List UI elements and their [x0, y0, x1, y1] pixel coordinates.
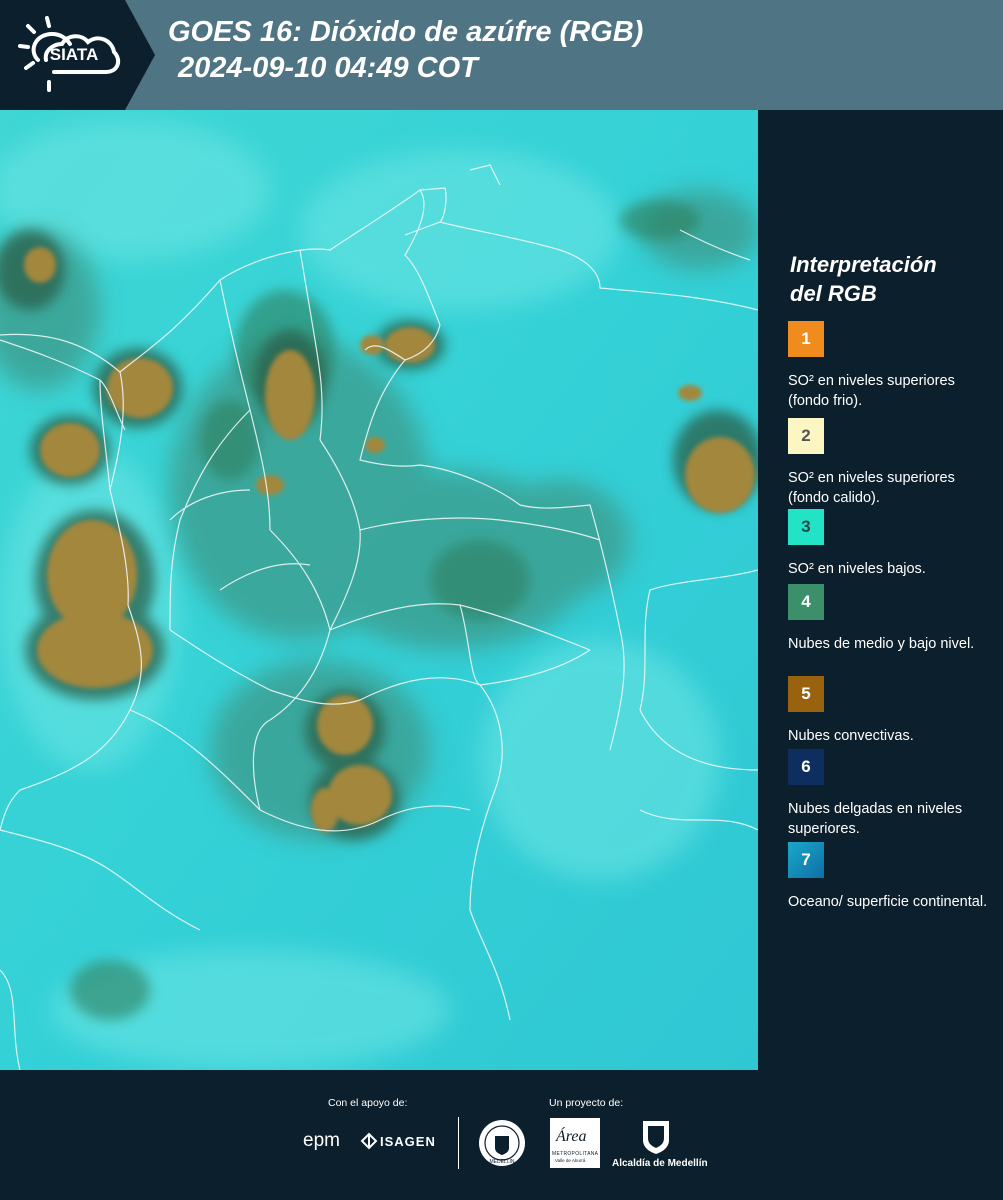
legend-swatch: 2	[788, 418, 824, 454]
legend-item-label: SO² en niveles bajos.	[788, 561, 926, 577]
legend-item-label: SO² en niveles superiores (fondo frio).	[788, 373, 955, 409]
alcaldia-shield-icon	[643, 1121, 669, 1154]
legend-title-line-2: del RGB	[790, 281, 877, 306]
title-line-1: GOES 16: Dióxido de azúfre (RGB)	[168, 16, 644, 48]
legend-item: 7 Oceano/ superficie continental.	[788, 842, 998, 912]
support-label: Con el apoyo de:	[328, 1097, 408, 1109]
legend-swatch: 5	[788, 676, 824, 712]
legend-item: 6 Nubes delgadas en niveles superiores.	[788, 749, 998, 839]
title-line-2: 2024-09-10 04:49 COT	[178, 52, 478, 84]
project-label: Un proyecto de:	[549, 1097, 624, 1109]
area-logo-name: Área	[556, 1128, 587, 1145]
legend-swatch: 7	[788, 842, 824, 878]
legend-title-line-1: Interpretación	[790, 252, 937, 277]
legend-swatch: 1	[788, 321, 824, 357]
isagen-logo-mark	[360, 1132, 378, 1150]
logo-text: SIATA	[50, 45, 98, 64]
map-canvas	[0, 110, 758, 1070]
area-logo-sub2: Valle de Aburrá	[555, 1158, 586, 1163]
legend-item-label: Nubes convectivas.	[788, 728, 914, 744]
legend-panel: Interpretación del RGB 1 SO² en niveles …	[758, 110, 1003, 1070]
siata-logo: SIATA	[18, 16, 121, 92]
isagen-logo: ISAGEN	[380, 1134, 436, 1149]
legend-swatch: 3	[788, 509, 824, 545]
legend-item-label: SO² en niveles superiores (fondo calido)…	[788, 470, 955, 506]
legend-item-label: Nubes delgadas en niveles superiores.	[788, 801, 963, 837]
epm-logo: epm	[303, 1130, 340, 1151]
legend-item: 2 SO² en niveles superiores (fondo calid…	[788, 418, 998, 508]
legend-item: 3 SO² en niveles bajos.	[788, 509, 998, 579]
legend-item-label: Nubes de medio y bajo nivel.	[788, 636, 975, 652]
seal-text: MEDELLÍN	[489, 1158, 514, 1165]
page-title: GOES 16: Dióxido de azúfre (RGB) 2024-09…	[168, 14, 643, 86]
medellin-seal: MEDELLÍN	[479, 1120, 525, 1166]
footer: Con el apoyo de: Un proyecto de: epm ISA…	[0, 1070, 1003, 1200]
legend-item-label: Oceano/ superficie continental.	[788, 894, 988, 910]
area-logo-sub: METROPOLITANA	[552, 1151, 599, 1157]
legend-swatch: 4	[788, 584, 824, 620]
satellite-map[interactable]	[0, 110, 758, 1070]
area-metropolitana-logo: Área METROPOLITANA Valle de Aburrá	[550, 1118, 600, 1168]
legend-item: 1 SO² en niveles superiores (fondo frio)…	[788, 321, 998, 411]
legend-item: 5 Nubes convectivas.	[788, 676, 998, 746]
header-bar: SIATA GOES 16: Dióxido de azúfre (RGB) 2…	[0, 0, 1003, 110]
legend-title: Interpretación del RGB	[790, 250, 990, 308]
alcaldia-label: Alcaldía de Medellín	[612, 1158, 708, 1169]
legend-item: 4 Nubes de medio y bajo nivel.	[788, 584, 998, 654]
footer-divider	[458, 1117, 459, 1169]
legend-swatch: 6	[788, 749, 824, 785]
